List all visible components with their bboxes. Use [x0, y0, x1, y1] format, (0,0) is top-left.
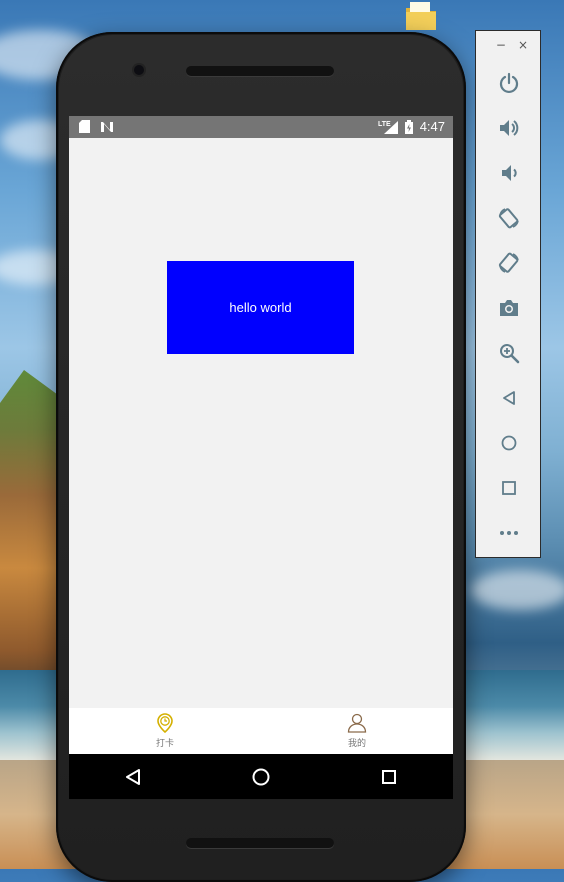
- tab-checkin[interactable]: 打卡: [69, 708, 261, 754]
- tab-mine[interactable]: 我的: [261, 708, 453, 754]
- phone-screen: LTE 4:47 hello world 打卡 我的: [69, 116, 453, 799]
- volume-down-icon: [502, 165, 517, 181]
- folder-icon[interactable]: [404, 2, 438, 32]
- volume-up-icon: [500, 120, 519, 136]
- clock-pin-icon: [157, 713, 173, 733]
- emu-back-button[interactable]: [495, 384, 523, 412]
- home-icon: [501, 435, 517, 451]
- rotate-right-icon: [498, 252, 519, 273]
- cloud: [470, 570, 564, 610]
- emu-home-button[interactable]: [495, 429, 523, 457]
- bottom-speaker: [186, 838, 334, 848]
- tab-mine-label: 我的: [347, 739, 366, 749]
- more-icon: [500, 531, 518, 535]
- nav-back-button[interactable]: [113, 757, 153, 797]
- nav-recents-button[interactable]: [369, 757, 409, 797]
- bottom-tab-bar: 打卡 我的: [69, 708, 453, 754]
- signal-icon: [383, 120, 398, 134]
- home-icon: [252, 768, 270, 785]
- emulator-control-panel: − ×: [475, 30, 541, 558]
- n-notification-icon: [101, 121, 113, 132]
- emu-overview-button[interactable]: [495, 474, 523, 502]
- status-bar: LTE 4:47: [69, 116, 453, 138]
- volume-up-button[interactable]: [495, 114, 523, 142]
- recents-icon: [382, 769, 396, 784]
- rotate-right-button[interactable]: [495, 249, 523, 277]
- overview-icon: [502, 481, 516, 495]
- power-button[interactable]: [495, 69, 523, 97]
- back-icon: [126, 768, 140, 785]
- volume-down-button[interactable]: [495, 159, 523, 187]
- camera-icon: [500, 300, 518, 316]
- tab-checkin-label: 打卡: [155, 739, 174, 749]
- person-icon: [347, 713, 367, 733]
- zoom-button[interactable]: [495, 339, 523, 367]
- rotate-left-button[interactable]: [495, 204, 523, 232]
- nav-home-button[interactable]: [241, 757, 281, 797]
- sd-card-icon: [79, 120, 90, 133]
- battery-icon: [404, 120, 413, 134]
- hello-world-box: hello world: [167, 261, 354, 354]
- minimize-button[interactable]: −: [496, 39, 506, 51]
- front-camera: [134, 65, 144, 75]
- screenshot-button[interactable]: [495, 294, 523, 322]
- cliff: [0, 370, 60, 700]
- zoom-icon: [500, 344, 520, 364]
- android-nav-bar: [69, 754, 453, 799]
- power-icon: [499, 72, 519, 94]
- hello-world-text: hello world: [229, 300, 292, 315]
- close-button[interactable]: ×: [518, 39, 528, 51]
- emu-more-button[interactable]: [495, 519, 523, 547]
- earpiece-speaker: [186, 66, 334, 76]
- back-icon: [503, 391, 515, 405]
- status-time: 4:47: [419, 119, 445, 134]
- rotate-left-icon: [498, 208, 519, 229]
